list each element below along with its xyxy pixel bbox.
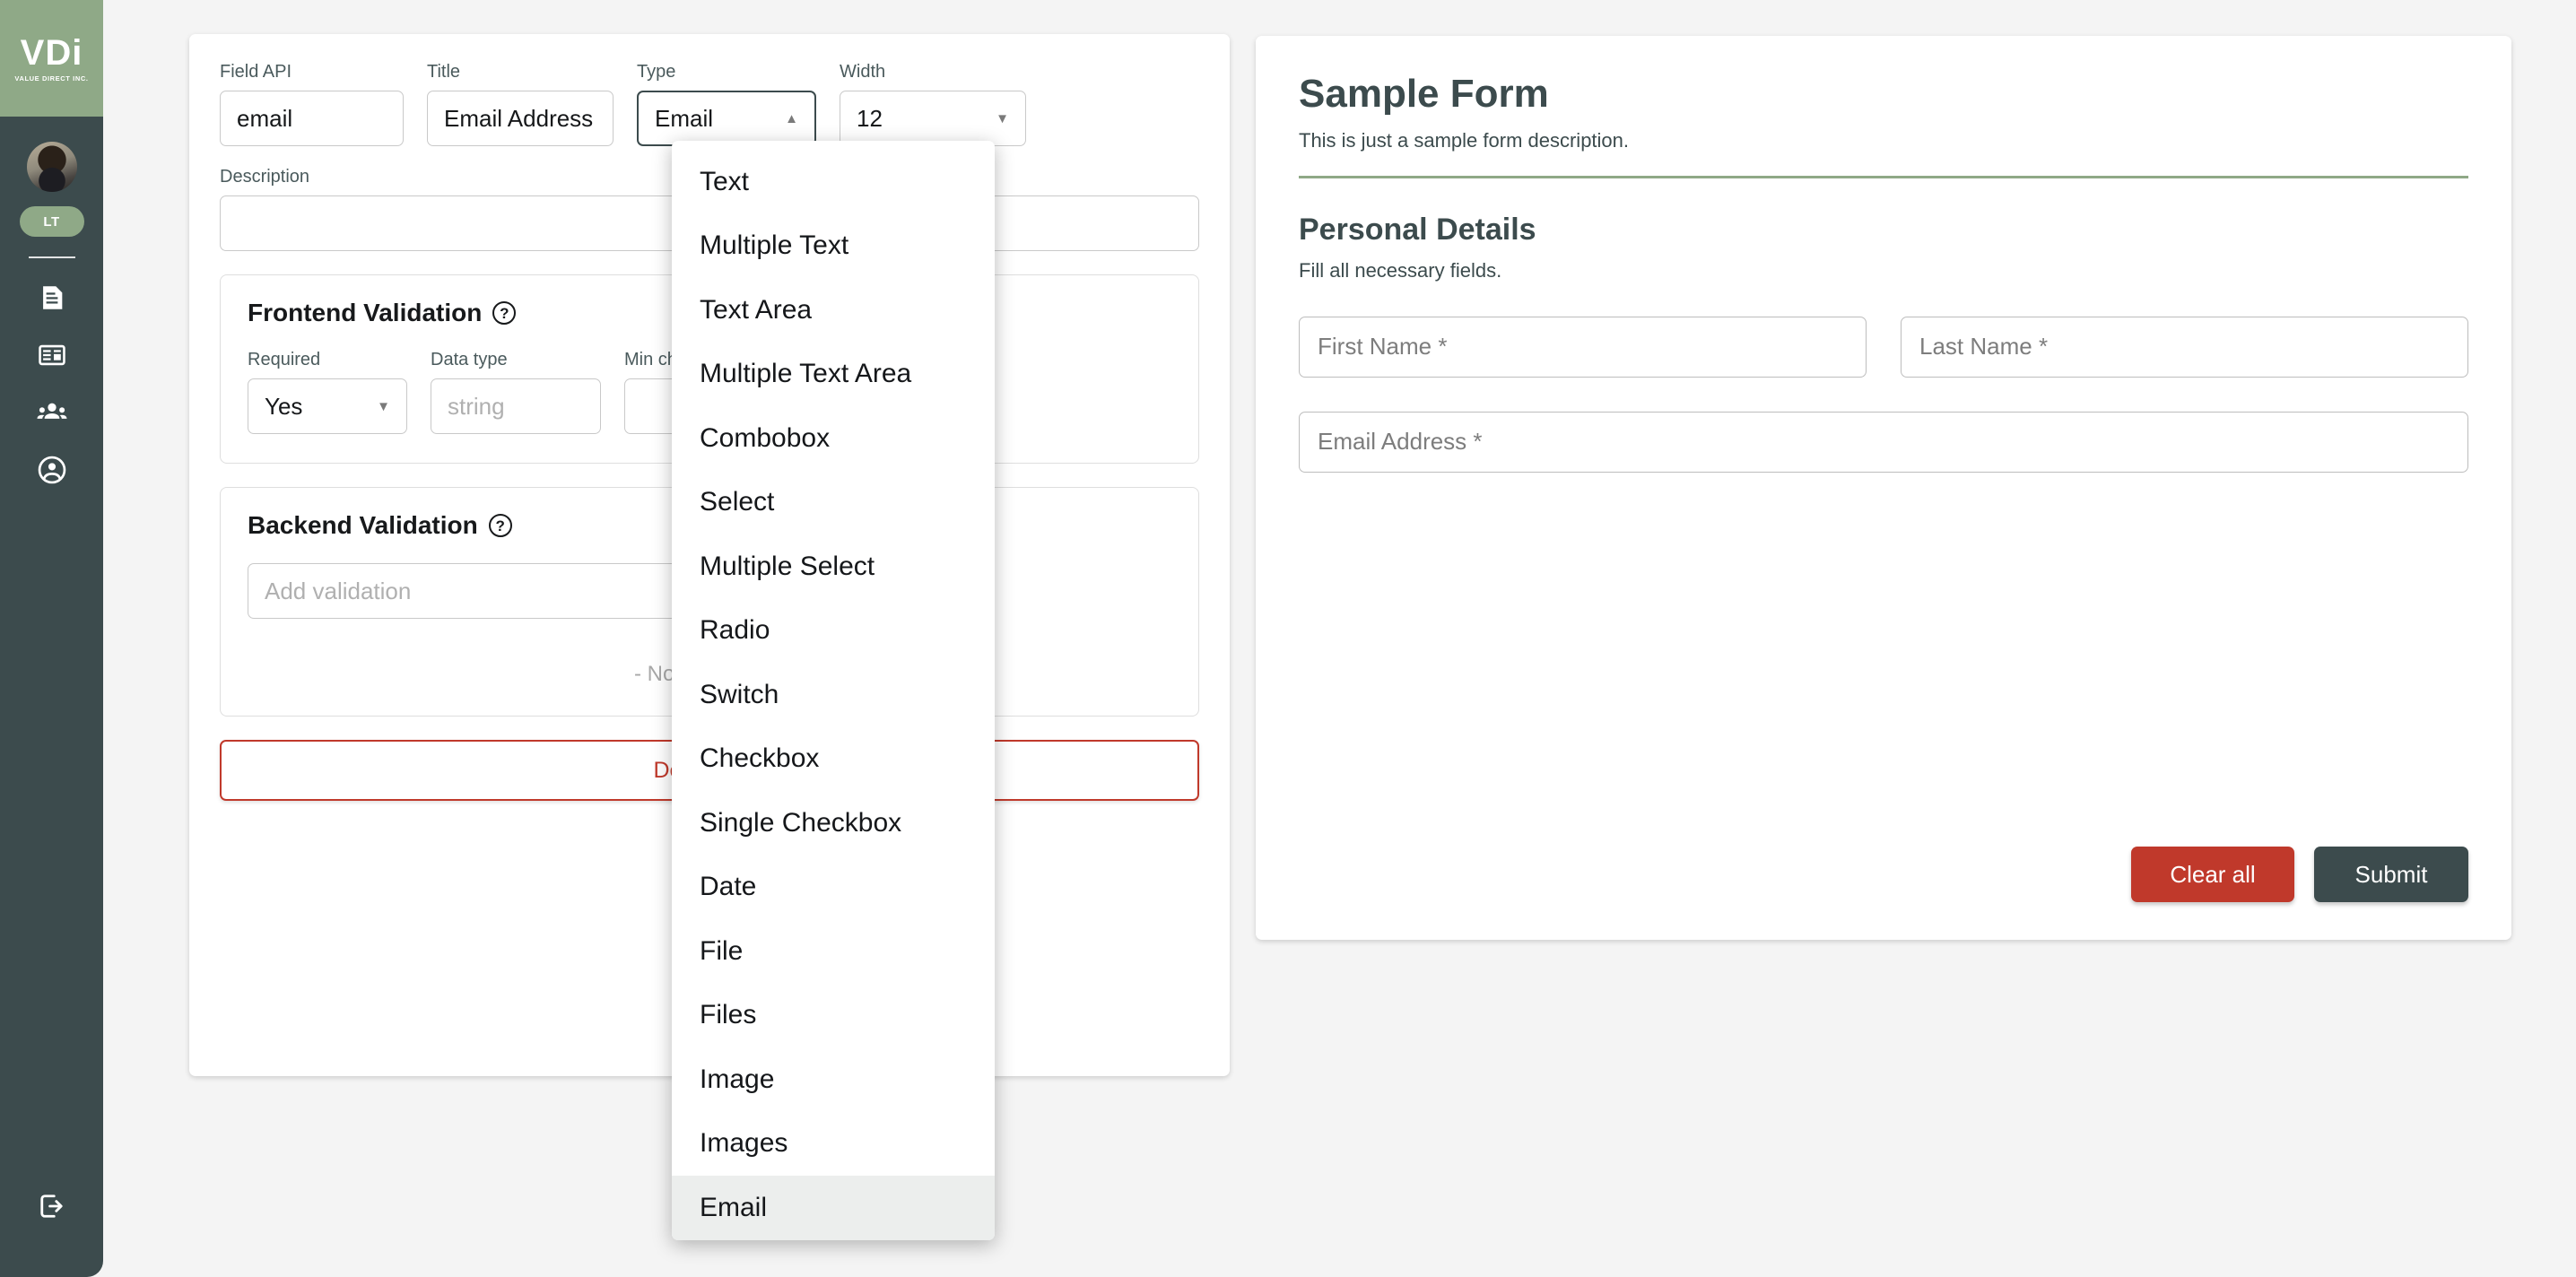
chevron-down-icon: ▼ <box>377 398 390 414</box>
chevron-up-icon: ▲ <box>785 110 798 126</box>
first-name-field[interactable]: First Name * <box>1299 316 1867 378</box>
title-input[interactable]: Email Address <box>427 91 614 146</box>
last-name-field[interactable]: Last Name * <box>1901 316 2468 378</box>
type-option-multiple-select[interactable]: Multiple Select <box>672 534 995 599</box>
chevron-down-icon: ▼ <box>996 110 1009 126</box>
sidebar-divider <box>28 256 75 258</box>
type-dropdown-menu[interactable]: Text Multiple Text Text Area Multiple Text … <box>672 141 995 1240</box>
type-option-images[interactable]: Images <box>672 1112 995 1177</box>
logout-button[interactable] <box>0 1190 103 1227</box>
type-option-email[interactable]: Email <box>672 1176 995 1240</box>
title-group: Title Email Address <box>427 63 614 146</box>
brand-logo: VDi VALUE DIRECT INC. <box>0 0 103 117</box>
help-icon[interactable]: ? <box>488 514 512 537</box>
title-label: Title <box>427 62 461 82</box>
section-heading: Personal Details <box>1299 212 1536 247</box>
email-row: Email Address * <box>1299 411 2468 473</box>
sidebar-item-forms[interactable] <box>23 280 81 316</box>
sidebar-item-account[interactable] <box>23 452 81 488</box>
brand-name: VDi <box>20 32 83 73</box>
name-row: First Name * Last Name * <box>1299 316 2468 378</box>
submit-button[interactable]: Submit <box>2314 847 2468 902</box>
required-label: Required <box>248 350 321 369</box>
frontend-validation-title: Frontend Validation <box>248 299 483 326</box>
required-select[interactable]: Yes ▼ <box>248 378 407 434</box>
user-initials-badge[interactable]: LT <box>19 206 84 237</box>
type-option-multiple-text[interactable]: Multiple Text <box>672 214 995 279</box>
section-subheading: Fill all necessary fields. <box>1299 258 1502 282</box>
type-option-file[interactable]: File <box>672 919 995 984</box>
form-preview-card: Sample Form This is just a sample form d… <box>1256 36 2511 940</box>
data-type-input[interactable]: string <box>431 378 601 434</box>
sidebar-item-records[interactable] <box>23 337 81 373</box>
type-option-select[interactable]: Select <box>672 471 995 535</box>
type-option-switch[interactable]: Switch <box>672 663 995 727</box>
type-option-text[interactable]: Text <box>672 150 995 214</box>
backend-validation-title: Backend Validation <box>248 511 478 539</box>
brand-tagline: VALUE DIRECT INC. <box>14 74 89 83</box>
form-description: This is just a sample form description. <box>1299 129 1630 152</box>
field-api-input[interactable]: email <box>220 91 404 146</box>
field-api-label: Field API <box>220 62 292 82</box>
width-label: Width <box>840 62 886 82</box>
page-title: Sample Form <box>1299 72 1549 116</box>
help-icon[interactable]: ? <box>492 301 517 325</box>
type-option-combobox[interactable]: Combobox <box>672 406 995 471</box>
logout-icon <box>36 1190 68 1227</box>
type-option-multiple-text-area[interactable]: Multiple Text Area <box>672 343 995 407</box>
table-icon <box>37 340 67 370</box>
clear-all-button[interactable]: Clear all <box>2131 847 2294 902</box>
sidebar: VDi VALUE DIRECT INC. LT <box>0 0 103 1277</box>
type-select-value: Email <box>655 104 714 132</box>
data-type-group: Data type string <box>431 351 601 434</box>
data-type-label: Data type <box>431 350 508 369</box>
width-select[interactable]: 12 ▼ <box>840 91 1026 146</box>
field-api-group: Field API email <box>220 63 404 146</box>
required-group: Required Yes ▼ <box>248 351 407 434</box>
form-actions: Clear all Submit <box>2131 847 2468 902</box>
divider <box>1299 176 2468 178</box>
type-option-single-checkbox[interactable]: Single Checkbox <box>672 791 995 856</box>
width-group: Width 12 ▼ <box>840 63 1026 146</box>
type-option-checkbox[interactable]: Checkbox <box>672 727 995 792</box>
avatar[interactable] <box>26 142 77 192</box>
width-select-value: 12 <box>857 104 883 132</box>
type-group: Type Email ▲ <box>637 63 816 146</box>
type-option-text-area[interactable]: Text Area <box>672 278 995 343</box>
type-label: Type <box>637 62 676 82</box>
document-icon <box>37 282 67 313</box>
required-select-value: Yes <box>265 392 303 420</box>
type-option-radio[interactable]: Radio <box>672 599 995 664</box>
type-option-date[interactable]: Date <box>672 856 995 920</box>
sidebar-item-users[interactable] <box>23 395 81 430</box>
type-select[interactable]: Email ▲ <box>637 91 816 146</box>
type-option-files[interactable]: Files <box>672 984 995 1048</box>
field-meta-row: Field API email Title Email Address Type… <box>220 63 1199 146</box>
type-option-image[interactable]: Image <box>672 1047 995 1112</box>
email-address-field[interactable]: Email Address * <box>1299 411 2468 473</box>
account-circle-icon <box>36 454 68 486</box>
people-icon <box>36 396 68 429</box>
